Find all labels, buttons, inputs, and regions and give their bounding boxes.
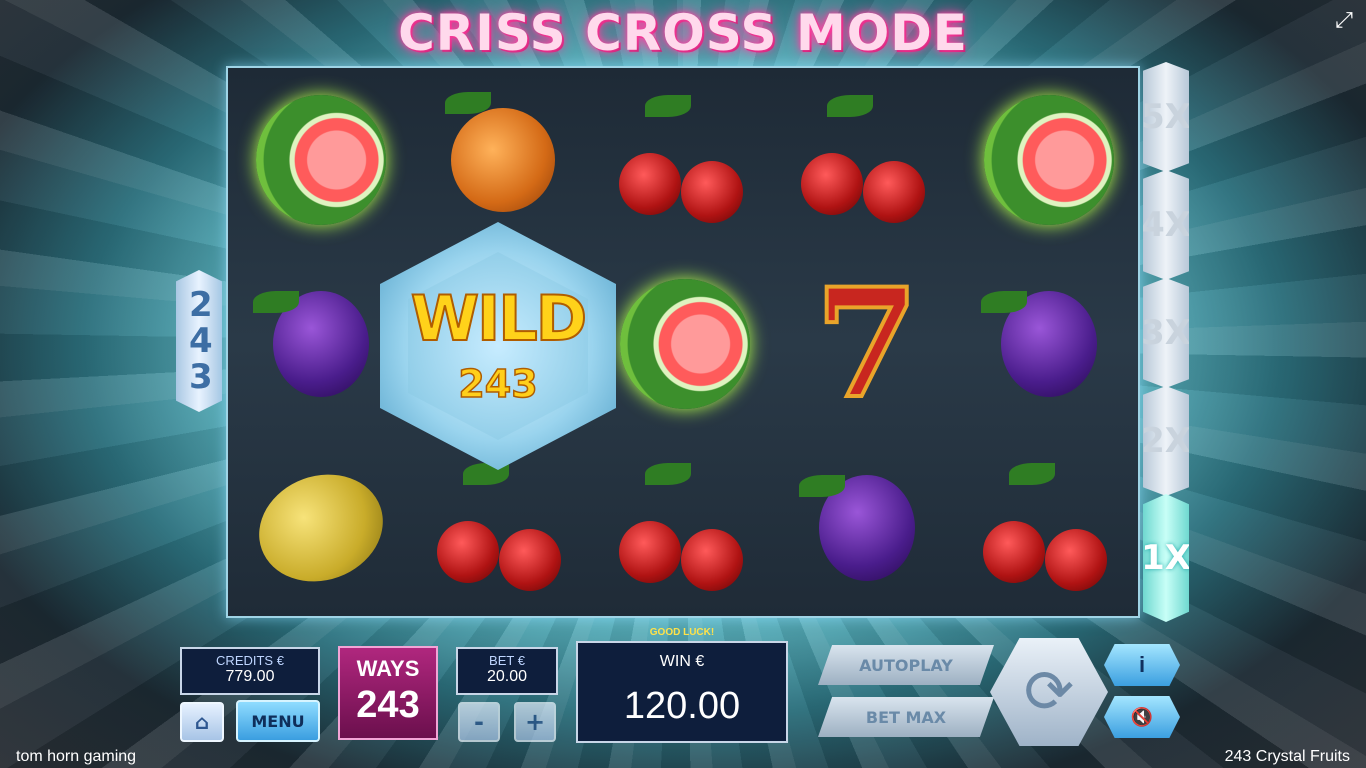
symbol-seven: 7: [813, 256, 921, 432]
symbol-cherries: [594, 68, 776, 252]
multiplier-2x: 2X: [1143, 386, 1189, 496]
mode-title: CRISS CROSS MODE: [398, 4, 968, 62]
info-button[interactable]: i: [1104, 644, 1180, 686]
mute-icon: 🔇: [1130, 706, 1154, 727]
ways-side-label: 243: [189, 285, 213, 397]
bet-increase-button[interactable]: +: [514, 702, 556, 742]
wild-label: WILD: [410, 281, 588, 356]
win-value: 120.00: [623, 685, 741, 727]
bet-panel: BET € 20.00: [456, 647, 558, 695]
symbol-plum: [958, 252, 1140, 436]
bet-max-button[interactable]: BET MAX: [818, 697, 994, 737]
symbol-watermelon: [958, 68, 1140, 252]
ways-value: 243: [356, 684, 420, 726]
sound-button[interactable]: 🔇: [1104, 696, 1180, 738]
win-label: WIN €: [659, 653, 705, 670]
ways-side-badge: 243: [176, 270, 222, 412]
wild-symbol: WILD 243: [380, 222, 616, 470]
menu-button[interactable]: MENU: [236, 700, 320, 742]
autoplay-button[interactable]: AUTOPLAY: [818, 645, 994, 685]
symbol-cherries: [958, 436, 1140, 620]
bet-value: 20.00: [486, 668, 528, 685]
multiplier-4x: 4X: [1143, 170, 1189, 280]
bet-decrease-button[interactable]: -: [458, 702, 500, 742]
multiplier-5x: 5X: [1143, 62, 1189, 172]
ways-panel: WAYS 243: [338, 646, 438, 740]
multiplier-1x: 1X: [1143, 494, 1189, 622]
wild-value: 243: [458, 361, 539, 407]
credits-label: CREDITS €: [216, 653, 284, 668]
reel-area: 7: [226, 66, 1140, 618]
win-panel: WIN € 120.00: [576, 641, 788, 743]
good-luck-message: GOOD LUCK!: [649, 627, 715, 638]
spin-icon: ⟳: [1023, 658, 1075, 725]
expand-icon[interactable]: ⤢: [1330, 6, 1358, 34]
symbol-watermelon: [594, 252, 776, 436]
bet-label: BET €: [489, 653, 525, 668]
symbol-cherries: [594, 436, 776, 620]
symbol-cherries: [776, 68, 958, 252]
credits-panel: CREDITS € 779.00: [180, 647, 320, 695]
home-icon: ⌂: [194, 710, 210, 734]
symbol-plum: [776, 436, 958, 620]
game-name-label: 243 Crystal Fruits: [1224, 748, 1350, 765]
home-button[interactable]: ⌂: [180, 702, 224, 742]
provider-label: tom horn gaming: [16, 748, 137, 765]
multiplier-3x: 3X: [1143, 278, 1189, 388]
credits-value: 779.00: [225, 668, 275, 685]
ways-label: WAYS: [356, 656, 420, 681]
